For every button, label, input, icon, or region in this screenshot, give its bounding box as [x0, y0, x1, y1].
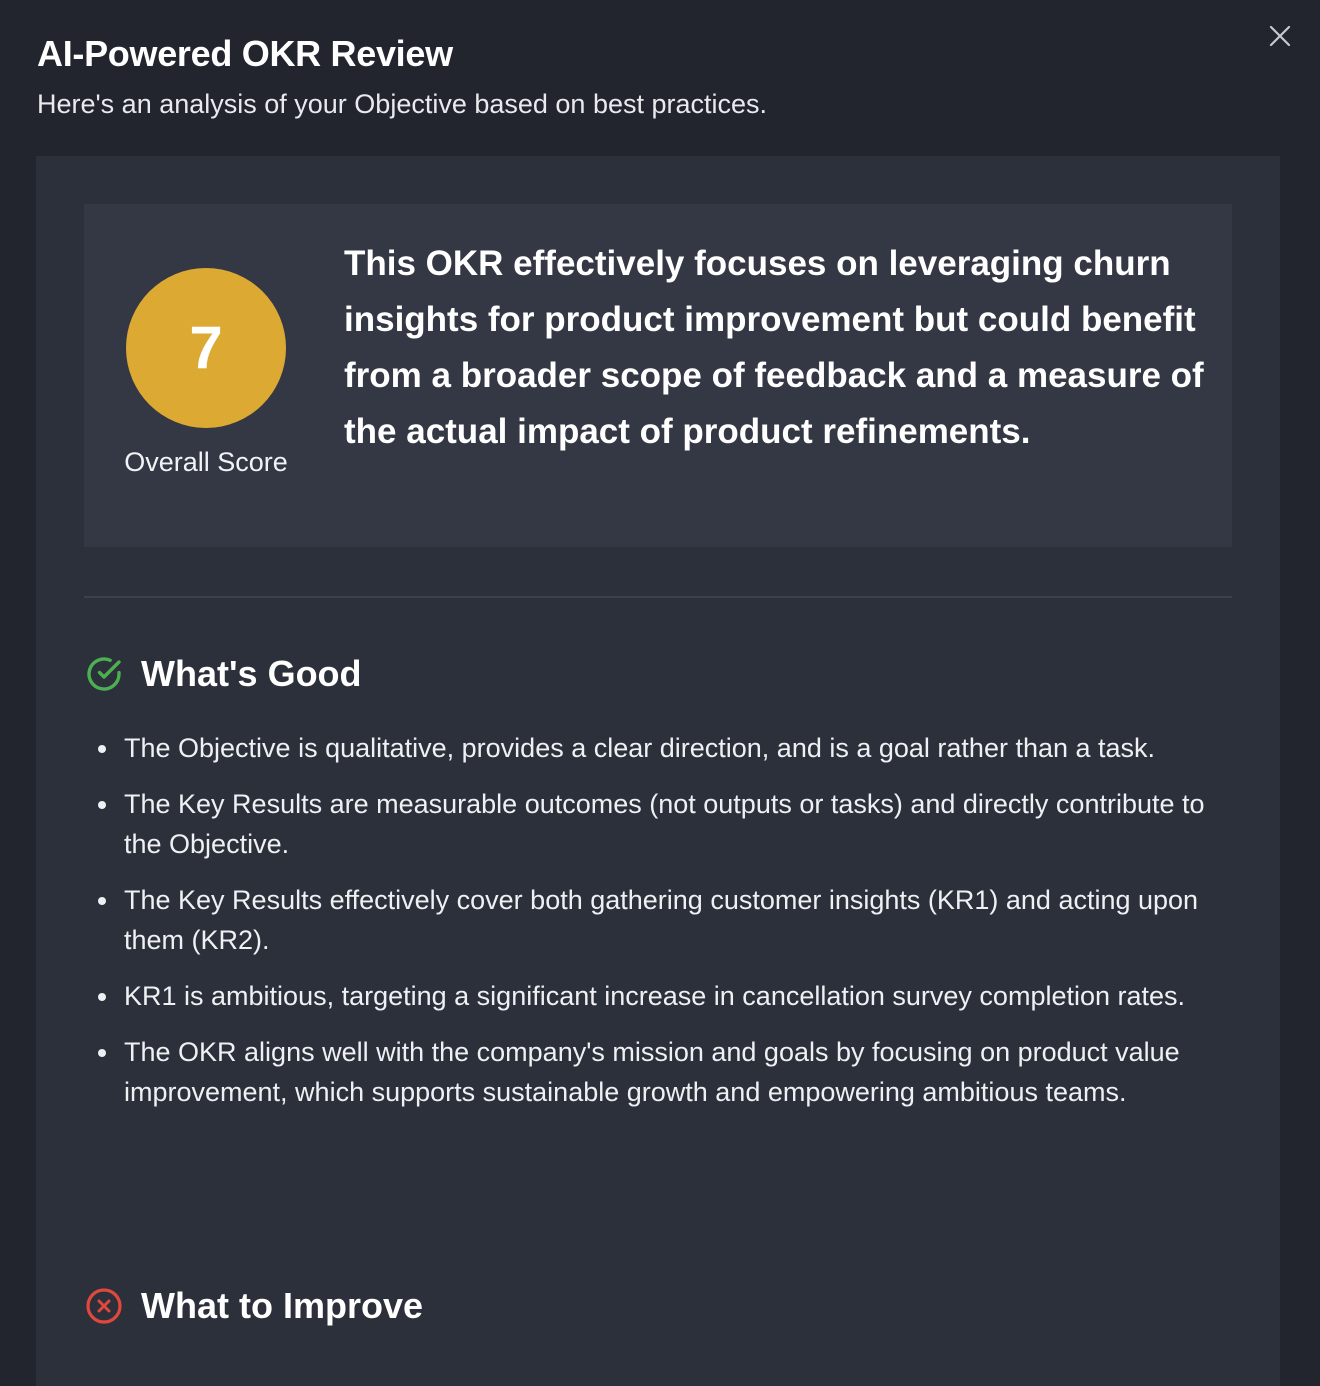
x-circle-icon [84, 1286, 124, 1326]
list-item: The Key Results are measurable outcomes … [88, 784, 1238, 864]
score-card: 7 Overall Score This OKR effectively foc… [84, 204, 1232, 547]
modal-title: AI-Powered OKR Review [37, 33, 453, 74]
list-item: The OKR aligns well with the company's m… [88, 1032, 1238, 1112]
close-button[interactable] [1262, 18, 1298, 54]
what-to-improve-header: What to Improve [84, 1284, 423, 1328]
review-panel: 7 Overall Score This OKR effectively foc… [36, 156, 1280, 1386]
close-icon [1269, 25, 1291, 47]
list-item: The Key Results effectively cover both g… [88, 880, 1238, 960]
check-circle-icon [84, 654, 124, 694]
score-badge: 7 [126, 268, 286, 428]
divider [84, 596, 1232, 598]
what-to-improve-title: What to Improve [141, 1285, 424, 1326]
okr-review-modal: AI-Powered OKR Review Here's an analysis… [0, 0, 1320, 1386]
score-value: 7 [189, 314, 223, 381]
score-label: Overall Score [124, 447, 288, 477]
whats-good-title: What's Good [141, 653, 362, 694]
whats-good-list: The Objective is qualitative, provides a… [88, 728, 1238, 1128]
whats-good-header: What's Good [84, 652, 362, 696]
list-item: KR1 is ambitious, targeting a significan… [88, 976, 1238, 1016]
score-summary: This OKR effectively focuses on leveragi… [344, 244, 1204, 451]
list-item: The Objective is qualitative, provides a… [88, 728, 1238, 768]
modal-subtitle: Here's an analysis of your Objective bas… [37, 89, 768, 119]
